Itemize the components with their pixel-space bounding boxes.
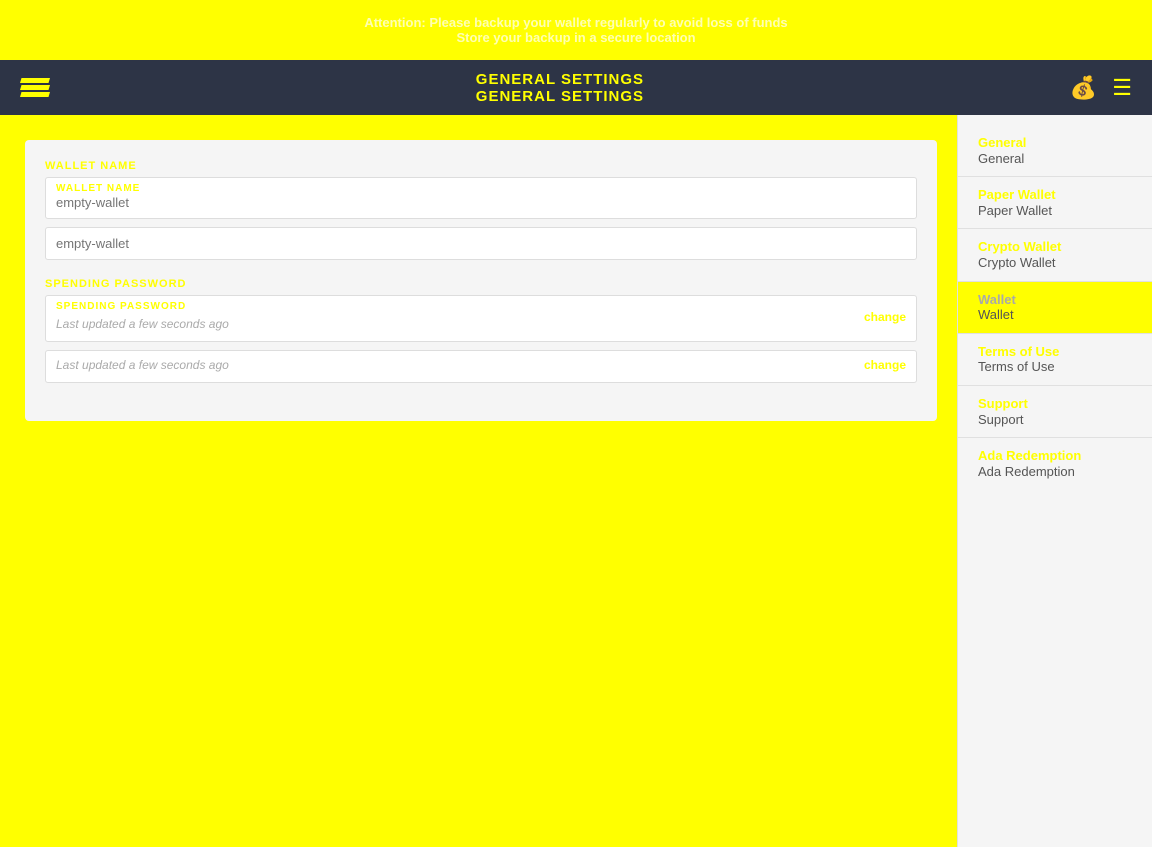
logo-line-1: [20, 78, 50, 83]
top-banner: Attention: Please backup your wallet reg…: [0, 0, 1152, 60]
sidebar-item-wallet[interactable]: Wallet Wallet: [958, 282, 1152, 333]
navbar-title-area: GENERAL SETTINGS GENERAL SETTINGS: [476, 71, 644, 105]
wallet-name-input[interactable]: [46, 195, 916, 218]
wallet-name-field-label: WALLET NAME: [46, 178, 916, 194]
sidebar-item-crypto-wallet[interactable]: Crypto Wallet Crypto Wallet: [958, 229, 1152, 280]
wallet-icon[interactable]: 💰: [1070, 75, 1097, 101]
sidebar-item-crypto-wallet-label-shadow: Crypto Wallet: [978, 239, 1132, 255]
sidebar-item-support[interactable]: Support Support: [958, 386, 1152, 437]
sidebar-item-general-label: General: [978, 151, 1132, 167]
banner-line2: Store your backup in a secure location: [456, 30, 695, 45]
banner-line1: Attention: Please backup your wallet reg…: [364, 15, 787, 30]
sidebar-item-wallet-label: Wallet: [978, 307, 1132, 323]
sidebar-item-ada-redemption-label-shadow: Ada Redemption: [978, 448, 1132, 464]
sidebar-item-paper-wallet-label-shadow: Paper Wallet: [978, 187, 1132, 203]
wallet-name-input-2[interactable]: [46, 228, 916, 259]
settings-icon[interactable]: ☰: [1112, 75, 1132, 101]
sidebar-item-support-label-shadow: Support: [978, 396, 1132, 412]
logo-icon: [20, 78, 50, 97]
change-password-link-1[interactable]: change: [864, 310, 906, 324]
logo-line-2: [20, 85, 50, 90]
sidebar-item-ada-redemption[interactable]: Ada Redemption Ada Redemption: [958, 438, 1152, 489]
sidebar-item-general-label-shadow: General: [978, 135, 1132, 151]
sidebar-item-terms-of-use[interactable]: Terms of Use Terms of Use: [958, 334, 1152, 385]
sidebar-item-ada-redemption-label: Ada Redemption: [978, 464, 1132, 480]
navbar-title-1: GENERAL SETTINGS: [476, 71, 644, 88]
wallet-name-input-wrapper: WALLET NAME: [45, 177, 917, 219]
main-layout: WALLET NAME WALLET NAME SPENDING PASSWOR…: [0, 115, 1152, 847]
spending-password-value-2: Last updated a few seconds ago: [56, 358, 229, 372]
spending-password-field-label: SPENDING PASSWORD: [56, 301, 864, 312]
sidebar-item-paper-wallet[interactable]: Paper Wallet Paper Wallet: [958, 177, 1152, 228]
navbar-icons: 💰 ☰: [1070, 75, 1132, 101]
wallet-name-label: WALLET NAME: [45, 160, 917, 172]
navbar-title-2: GENERAL SETTINGS: [476, 88, 644, 105]
sidebar-item-paper-wallet-label: Paper Wallet: [978, 203, 1132, 219]
sidebar-item-crypto-wallet-label: Crypto Wallet: [978, 255, 1132, 271]
spending-password-inner-1: SPENDING PASSWORD Last updated a few sec…: [56, 301, 864, 333]
change-password-link-2[interactable]: change: [864, 358, 906, 372]
spending-password-value-1: Last updated a few seconds ago: [56, 317, 229, 331]
spending-password-wrapper-2: Last updated a few seconds ago change: [45, 350, 917, 383]
settings-panel: WALLET NAME WALLET NAME SPENDING PASSWOR…: [25, 140, 937, 421]
wallet-name-group: WALLET NAME WALLET NAME: [45, 160, 917, 260]
save-button-bar[interactable]: [25, 431, 937, 471]
spending-password-group: SPENDING PASSWORD SPENDING PASSWORD Last…: [45, 278, 917, 383]
sidebar-item-support-label: Support: [978, 412, 1132, 428]
spending-password-wrapper-1: SPENDING PASSWORD Last updated a few sec…: [45, 295, 917, 342]
sidebar-item-general[interactable]: General General: [958, 125, 1152, 176]
spending-password-inner-2: Last updated a few seconds ago: [56, 356, 864, 374]
wallet-name-input-wrapper-2: [45, 227, 917, 260]
logo-line-3: [20, 92, 50, 97]
sidebar-item-terms-label: Terms of Use: [978, 359, 1132, 375]
sidebar-item-terms-label-shadow: Terms of Use: [978, 344, 1132, 360]
spending-password-label: SPENDING PASSWORD: [45, 278, 917, 290]
content-area: WALLET NAME WALLET NAME SPENDING PASSWOR…: [0, 115, 957, 847]
navbar: GENERAL SETTINGS GENERAL SETTINGS 💰 ☰: [0, 60, 1152, 115]
sidebar: General General Paper Wallet Paper Walle…: [957, 115, 1152, 847]
sidebar-item-wallet-label-shadow: Wallet: [978, 292, 1132, 308]
